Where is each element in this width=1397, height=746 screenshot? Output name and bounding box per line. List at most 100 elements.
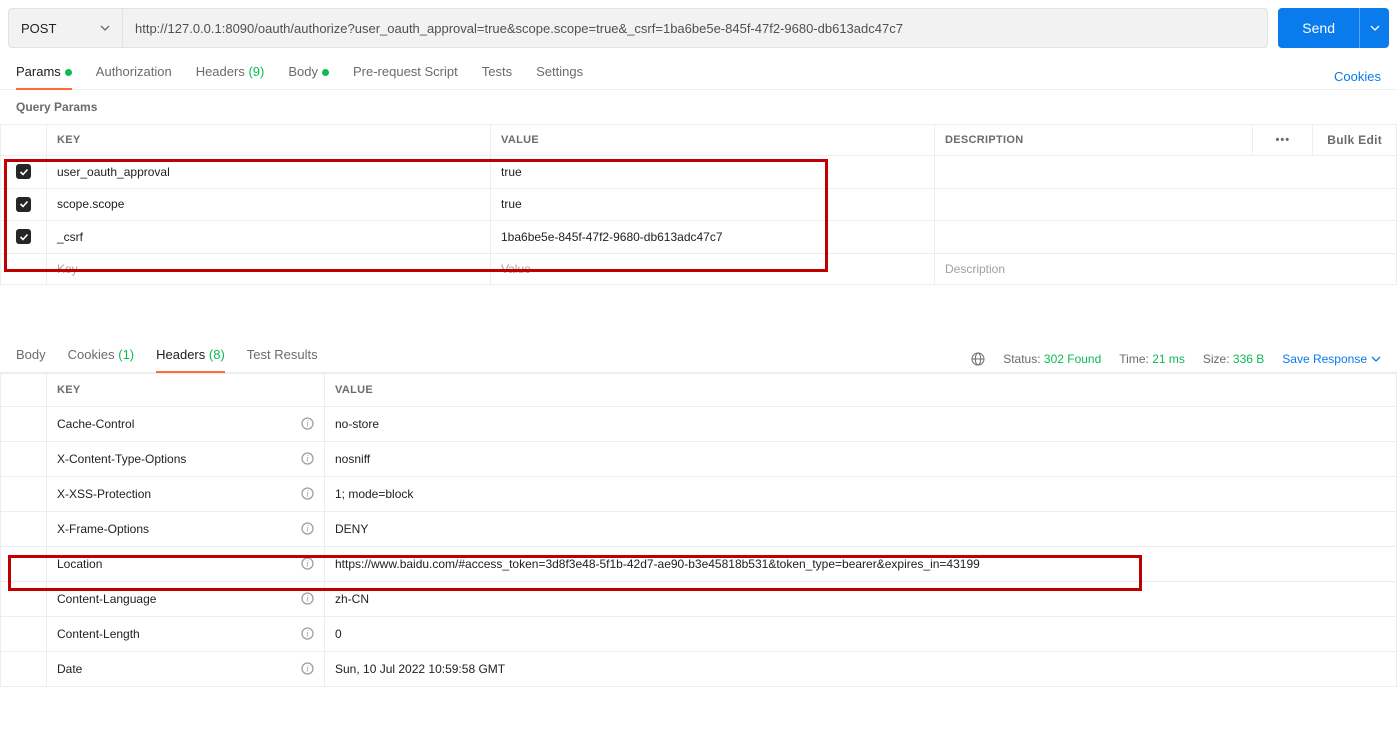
tab-tests[interactable]: Tests — [482, 64, 512, 89]
tab-body[interactable]: Body — [288, 64, 329, 89]
tab-settings[interactable]: Settings — [536, 64, 583, 89]
info-icon[interactable]: i — [301, 662, 314, 675]
header-row: X-Frame-OptionsiDENY — [1, 511, 1397, 546]
header-row: X-Content-Type-Optionsinosniff — [1, 441, 1397, 476]
header-value: DENY — [325, 511, 1397, 546]
response-tabs: Body Cookies (1) Headers (8) Test Result… — [16, 347, 318, 372]
chevron-down-icon — [1370, 23, 1380, 33]
header-key: Content-Lengthi — [47, 616, 325, 651]
tab-params[interactable]: Params — [16, 64, 72, 89]
param-desc[interactable] — [935, 156, 1397, 189]
param-row-new[interactable]: KeyValueDescription — [1, 253, 1397, 284]
dot-indicator — [322, 69, 329, 76]
header-row: Content-Languageizh-CN — [1, 581, 1397, 616]
header-value: Sun, 10 Jul 2022 10:59:58 GMT — [325, 651, 1397, 686]
method-select[interactable]: POST — [8, 8, 123, 48]
dot-indicator — [65, 69, 72, 76]
header-row: X-XSS-Protectioni1; mode=block — [1, 476, 1397, 511]
url-input[interactable] — [123, 8, 1268, 48]
param-desc-placeholder[interactable]: Description — [935, 253, 1397, 284]
header-key: Content-Languagei — [47, 581, 325, 616]
resp-tab-headers[interactable]: Headers (8) — [156, 347, 225, 372]
col-key: KEY — [47, 373, 325, 406]
svg-text:i: i — [306, 488, 309, 498]
svg-text:i: i — [306, 453, 309, 463]
send-button-group: Send — [1278, 8, 1389, 48]
col-value: VALUE — [491, 125, 935, 156]
info-icon[interactable]: i — [301, 627, 314, 640]
svg-text:i: i — [306, 593, 309, 603]
send-dropdown[interactable] — [1359, 8, 1389, 48]
info-icon[interactable]: i — [301, 487, 314, 500]
header-row: Cache-Controlino-store — [1, 406, 1397, 441]
svg-text:i: i — [306, 558, 309, 568]
param-row[interactable]: user_oauth_approvaltrue — [1, 156, 1397, 189]
param-desc[interactable] — [935, 221, 1397, 254]
request-tabs-row: Params Authorization Headers (9) Body Pr… — [0, 56, 1397, 90]
header-row: DateiSun, 10 Jul 2022 10:59:58 GMT — [1, 651, 1397, 686]
resp-tab-body[interactable]: Body — [16, 347, 46, 372]
chevron-down-icon — [100, 23, 110, 33]
header-key: Datei — [47, 651, 325, 686]
tab-prerequest[interactable]: Pre-request Script — [353, 64, 458, 89]
checkbox[interactable] — [16, 229, 31, 244]
param-value[interactable]: true — [491, 156, 935, 189]
request-bar: POST Send — [0, 0, 1397, 56]
query-params-title: Query Params — [0, 90, 1397, 124]
col-value: VALUE — [325, 373, 1397, 406]
method-label: POST — [21, 21, 56, 36]
svg-text:i: i — [306, 663, 309, 673]
header-key: X-Frame-Optionsi — [47, 511, 325, 546]
info-icon[interactable]: i — [301, 557, 314, 570]
checkbox[interactable] — [16, 164, 31, 179]
header-value: 0 — [325, 616, 1397, 651]
col-description: DESCRIPTION — [935, 125, 1253, 156]
header-row: Locationihttps://www.baidu.com/#access_t… — [1, 546, 1397, 581]
svg-text:i: i — [306, 523, 309, 533]
more-icon[interactable]: ••• — [1276, 134, 1291, 146]
cookies-link[interactable]: Cookies — [1334, 69, 1381, 84]
resp-tab-testresults[interactable]: Test Results — [247, 347, 318, 372]
param-key[interactable]: user_oauth_approval — [47, 156, 491, 189]
response-meta: Status: 302 Found Time: 21 ms Size: 336 … — [971, 352, 1381, 366]
save-response-link[interactable]: Save Response — [1282, 352, 1381, 366]
param-key[interactable]: scope.scope — [47, 188, 491, 221]
header-key: Locationi — [47, 546, 325, 581]
checkbox[interactable] — [16, 197, 31, 212]
response-headers-container: KEY VALUE Cache-Controlino-storeX-Conten… — [0, 373, 1397, 687]
col-actions[interactable]: ••• — [1253, 125, 1313, 156]
param-row[interactable]: _csrf1ba6be5e-845f-47f2-9680-db613adc47c… — [1, 221, 1397, 254]
info-icon[interactable]: i — [301, 417, 314, 430]
info-icon[interactable]: i — [301, 522, 314, 535]
col-bulk-edit[interactable]: Bulk Edit — [1313, 125, 1397, 156]
header-value: nosniff — [325, 441, 1397, 476]
response-headers-table: KEY VALUE Cache-Controlino-storeX-Conten… — [0, 373, 1397, 687]
param-key[interactable]: _csrf — [47, 221, 491, 254]
param-value-placeholder[interactable]: Value — [491, 253, 935, 284]
info-icon[interactable]: i — [301, 452, 314, 465]
size-pair[interactable]: Size: 336 B — [1203, 352, 1264, 366]
param-desc[interactable] — [935, 188, 1397, 221]
col-blank — [1, 373, 47, 406]
header-row: Content-Lengthi0 — [1, 616, 1397, 651]
status-pair[interactable]: Status: 302 Found — [1003, 352, 1101, 366]
globe-icon[interactable] — [971, 352, 985, 366]
header-value: https://www.baidu.com/#access_token=3d8f… — [325, 546, 1397, 581]
chevron-down-icon — [1371, 354, 1381, 364]
query-params-table: KEY VALUE DESCRIPTION ••• Bulk Edit user… — [0, 124, 1397, 285]
time-pair[interactable]: Time: 21 ms — [1119, 352, 1185, 366]
tab-headers[interactable]: Headers (9) — [196, 64, 265, 89]
header-key: X-XSS-Protectioni — [47, 476, 325, 511]
param-row[interactable]: scope.scopetrue — [1, 188, 1397, 221]
tab-authorization[interactable]: Authorization — [96, 64, 172, 89]
info-icon[interactable]: i — [301, 592, 314, 605]
header-value: 1; mode=block — [325, 476, 1397, 511]
param-value[interactable]: true — [491, 188, 935, 221]
header-key: Cache-Controli — [47, 406, 325, 441]
col-key: KEY — [47, 125, 491, 156]
param-value[interactable]: 1ba6be5e-845f-47f2-9680-db613adc47c7 — [491, 221, 935, 254]
send-button[interactable]: Send — [1278, 8, 1359, 48]
header-value: no-store — [325, 406, 1397, 441]
param-key-placeholder[interactable]: Key — [47, 253, 491, 284]
resp-tab-cookies[interactable]: Cookies (1) — [68, 347, 134, 372]
